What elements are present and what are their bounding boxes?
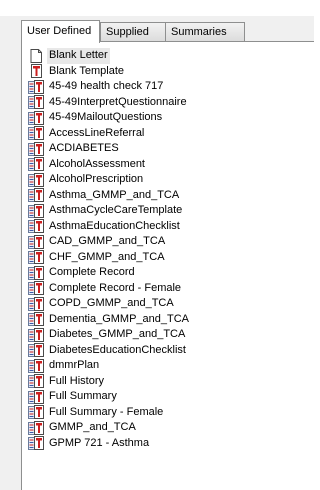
form-template-icon — [28, 188, 44, 203]
template-list-item[interactable]: ACDIABETES — [28, 141, 314, 157]
form-template-icon — [28, 126, 44, 141]
template-label: Blank Letter — [47, 48, 110, 64]
template-label: Diabetes_GMMP_and_TCA — [49, 328, 186, 340]
form-template-icon — [28, 405, 44, 420]
template-label: Full History — [49, 374, 105, 387]
template-list[interactable]: Blank Letter Blank Template 45-49 health c… — [28, 48, 314, 490]
template-list-item[interactable]: 45-49InterpretQuestionnaire — [28, 95, 314, 111]
template-list-item[interactable]: AsthmaEducationChecklist — [28, 219, 314, 235]
form-template-icon — [28, 327, 44, 342]
template-label: Complete Record — [49, 266, 135, 278]
template-list-item[interactable]: Full History — [28, 374, 314, 390]
template-label: Dementia_GMMP_and_TCA — [49, 312, 190, 325]
form-template-icon — [28, 358, 44, 373]
template-label: GMMP_and_TCA — [49, 421, 136, 433]
template-label: 45-49 health check 717 — [49, 80, 164, 92]
template-label: CAD_GMMP_and_TCA — [49, 235, 166, 247]
template-list-item[interactable]: Blank Template — [28, 64, 314, 80]
template-list-item[interactable]: AsthmaCycleCareTemplate — [28, 203, 314, 219]
form-template-icon — [28, 234, 44, 249]
template-list-item[interactable]: AlcoholPrescription — [28, 172, 314, 188]
template-list-item[interactable]: GMMP_and_TCA — [28, 420, 314, 436]
form-template-icon — [28, 172, 44, 187]
form-template-icon — [28, 110, 44, 125]
template-label: Blank Template — [49, 64, 125, 77]
form-template-icon — [28, 436, 44, 451]
form-template-icon — [28, 141, 44, 156]
template-list-item[interactable]: AccessLineReferral — [28, 126, 314, 142]
template-label: AlcoholPrescription — [49, 173, 144, 185]
form-template-icon — [28, 312, 44, 327]
template-label: COPD_GMMP_and_TCA — [49, 297, 174, 309]
template-list-item[interactable]: GPMP 721 - Asthma — [28, 436, 314, 452]
form-template-icon — [28, 95, 44, 110]
template-list-item[interactable]: Full Summary - Female — [28, 405, 314, 421]
template-list-item[interactable]: CAD_GMMP_and_TCA — [28, 234, 314, 250]
template-label: AsthmaCycleCareTemplate — [49, 204, 183, 216]
template-list-panel: Blank Letter Blank Template 45-49 health c… — [21, 41, 314, 490]
form-template-icon — [28, 281, 44, 296]
form-template-icon — [28, 343, 44, 358]
template-label: CHF_GMMP_and_TCA — [49, 250, 165, 263]
template-list-item[interactable]: Full Summary — [28, 389, 314, 405]
form-template-icon — [28, 157, 44, 172]
form-template-icon — [28, 265, 44, 280]
template-list-item[interactable]: Dementia_GMMP_and_TCA — [28, 312, 314, 328]
template-list-item[interactable]: Complete Record - Female — [28, 281, 314, 297]
template-label: 45-49MailoutQuestions — [49, 111, 163, 123]
form-template-icon — [28, 203, 44, 218]
form-template-icon — [28, 389, 44, 404]
template-label: Complete Record - Female — [49, 281, 182, 294]
template-label: 45-49InterpretQuestionnaire — [49, 95, 187, 108]
form-template-icon — [28, 250, 44, 265]
blank-page-icon — [28, 48, 44, 63]
tab-summaries[interactable]: Summaries — [165, 22, 245, 41]
template-list-item[interactable]: Complete Record — [28, 265, 314, 281]
template-list-item[interactable]: 45-49MailoutQuestions — [28, 110, 314, 126]
template-label: AlcoholAssessment — [49, 157, 145, 170]
template-label: GPMP 721 - Asthma — [49, 436, 150, 449]
template-list-item[interactable]: COPD_GMMP_and_TCA — [28, 296, 314, 312]
top-strip — [0, 0, 314, 16]
template-list-item[interactable]: Diabetes_GMMP_and_TCA — [28, 327, 314, 343]
template-list-item[interactable]: AlcoholAssessment — [28, 157, 314, 173]
tab-user-defined[interactable]: User Defined — [21, 20, 100, 43]
template-label: AccessLineReferral — [49, 126, 145, 139]
template-label: dmmrPlan — [49, 359, 100, 371]
form-template-icon — [28, 296, 44, 311]
template-label: Full Summary — [49, 390, 117, 402]
template-list-item[interactable]: Asthma_GMMP_and_TCA — [28, 188, 314, 204]
template-list-item[interactable]: Blank Letter — [28, 48, 314, 64]
template-label: Full Summary - Female — [49, 405, 164, 418]
tab-control: User Defined Supplied Summaries Blank Le… — [14, 16, 314, 490]
template-icon — [28, 64, 44, 79]
template-list-item[interactable]: CHF_GMMP_and_TCA — [28, 250, 314, 266]
form-template-icon — [28, 374, 44, 389]
template-list-item[interactable]: DiabetesEducationChecklist — [28, 343, 314, 359]
template-list-item[interactable]: dmmrPlan — [28, 358, 314, 374]
form-template-icon — [28, 79, 44, 94]
template-label: ACDIABETES — [49, 142, 119, 154]
template-label: Asthma_GMMP_and_TCA — [49, 188, 180, 201]
template-label: DiabetesEducationChecklist — [49, 343, 186, 356]
form-template-icon — [28, 420, 44, 435]
template-list-item[interactable]: 45-49 health check 717 — [28, 79, 314, 95]
template-label: AsthmaEducationChecklist — [49, 219, 180, 232]
tab-supplied[interactable]: Supplied — [100, 22, 175, 41]
template-picker-window: User Defined Supplied Summaries Blank Le… — [0, 0, 314, 490]
form-template-icon — [28, 219, 44, 234]
